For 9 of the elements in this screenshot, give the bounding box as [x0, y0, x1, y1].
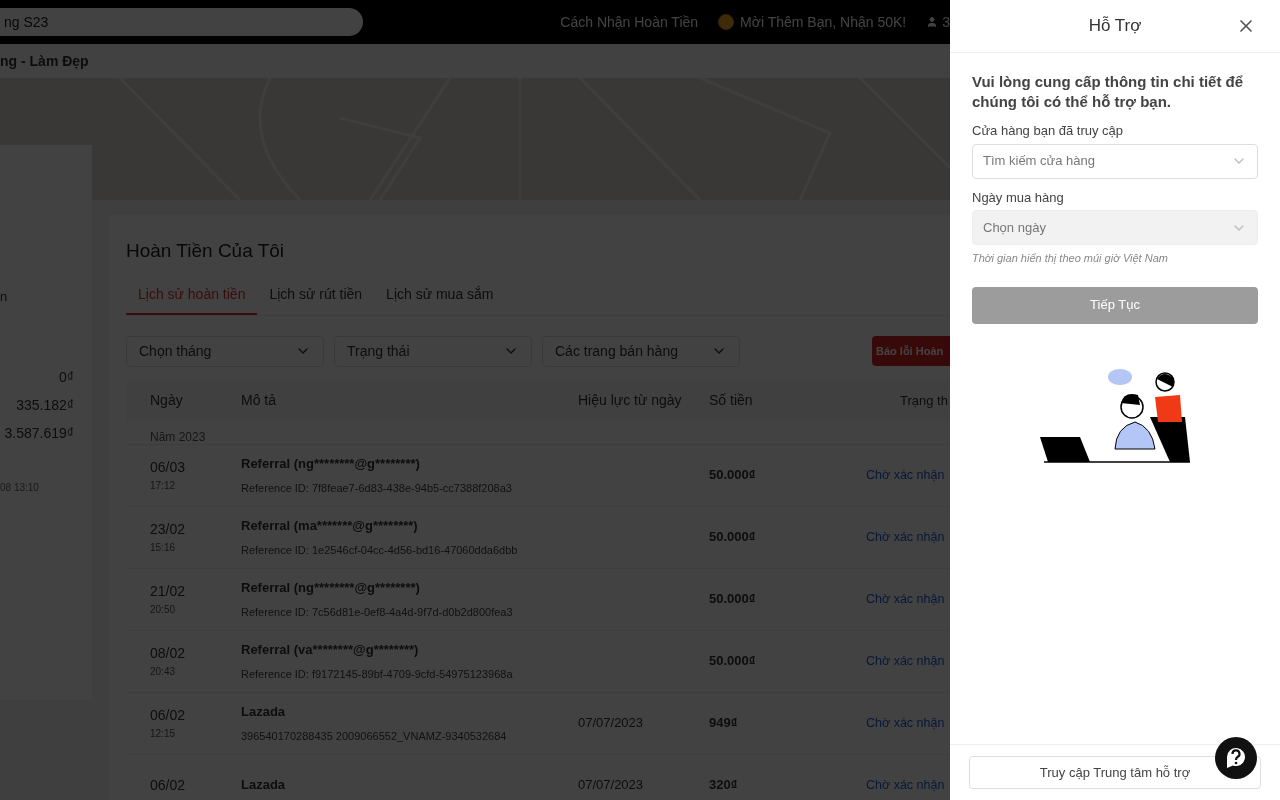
field-placeholder: Chọn ngày	[983, 218, 1046, 237]
field-label: Ngày mua hàng	[972, 188, 1065, 207]
field-label: Cửa hàng bạn đã truy cập	[972, 122, 1125, 140]
help-chat-icon[interactable]	[1215, 737, 1257, 779]
intro-text: Vui lòng cung cấp thông tin chi tiết để chúng tôi có thể hỗ trợ bạn.	[972, 72, 1245, 112]
field-hint: Thời gian hiển thị theo múi giờ Việt Nam	[972, 251, 1169, 266]
field-placeholder: Tìm kiếm cửa hàng	[983, 152, 1096, 171]
drawer-title: Hỗ Trợ	[1088, 15, 1142, 38]
select-field[interactable]: Tìm kiếm cửa hàng	[972, 143, 1258, 179]
